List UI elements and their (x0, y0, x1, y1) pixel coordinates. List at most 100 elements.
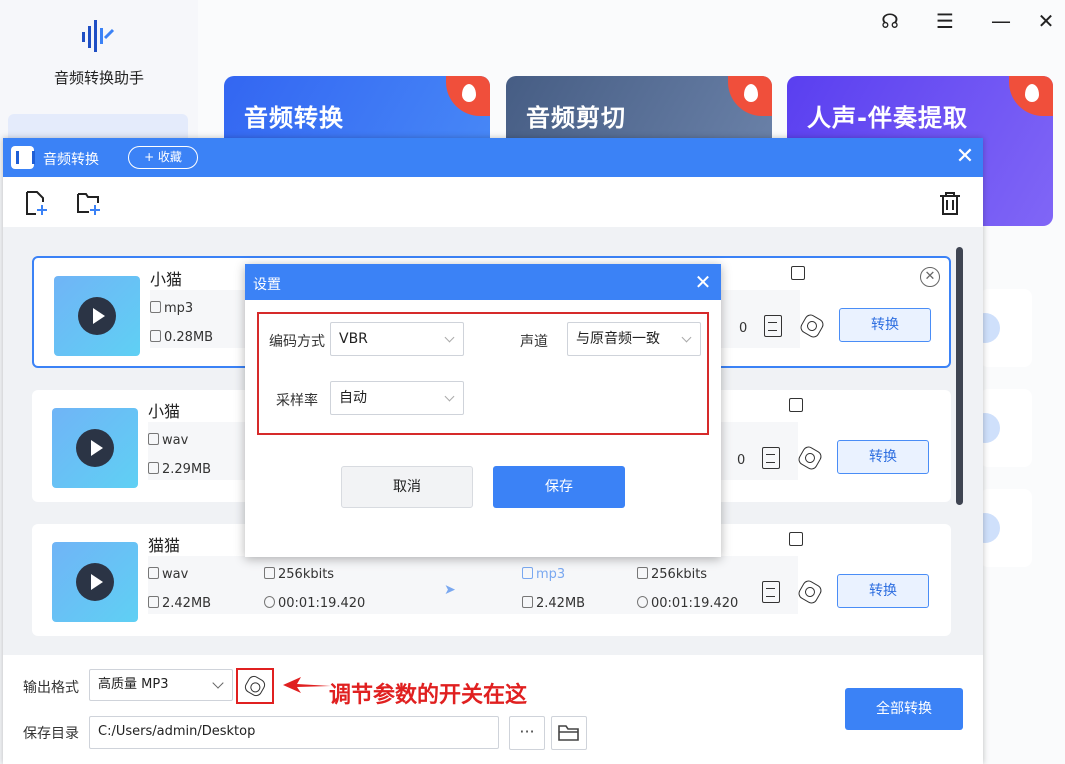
src-size-text: 0.28MB (164, 330, 214, 345)
tool-tile[interactable] (970, 489, 1032, 567)
dst-format: mp3 (522, 567, 565, 589)
dialog-title: 音频转换 (43, 152, 99, 168)
close-icon[interactable]: ✕ (953, 144, 977, 170)
src-format: wav (148, 433, 188, 455)
hot-icon (728, 76, 772, 116)
chevron-down-icon (681, 332, 692, 343)
dst-bitrate: 256kbits (637, 567, 707, 589)
close-window-icon[interactable]: ✕ (1033, 8, 1059, 34)
samplerate-select[interactable]: 自动 (330, 381, 464, 415)
src-bitrate-text: 256kbits (278, 567, 335, 582)
src-size: 0.28MB (150, 330, 213, 352)
chevron-down-icon (444, 332, 455, 343)
samplerate-value: 自动 (339, 390, 367, 406)
settings-icon[interactable] (796, 444, 824, 472)
channel-value: 与原音频一致 (576, 331, 660, 347)
src-format-text: wav (162, 567, 189, 582)
channel-select[interactable]: 与原音频一致 (567, 322, 701, 356)
src-size: 2.42MB (148, 596, 211, 618)
src-format-text: mp3 (164, 301, 194, 316)
src-size-text: 2.42MB (162, 596, 212, 611)
toolbar (3, 177, 983, 227)
file-info-icon[interactable] (762, 581, 780, 603)
app-name: 音频转换助手 (53, 69, 144, 87)
music-note-icon (148, 433, 159, 445)
more-button[interactable]: ··· (509, 716, 545, 750)
favorite-button[interactable]: + 收藏 (128, 146, 198, 169)
bitrate-icon (264, 567, 275, 579)
folder-icon (148, 462, 159, 474)
annotation-arrow-icon (283, 677, 331, 693)
play-icon[interactable] (78, 297, 116, 335)
edit-icon[interactable] (789, 398, 803, 412)
tool-tile[interactable] (970, 389, 1032, 467)
dst-duration-tail: 0 (737, 453, 746, 468)
settings-titlebar: 设置 ✕ (245, 264, 721, 300)
close-icon[interactable]: ✕ (691, 269, 715, 295)
chevron-down-icon (444, 391, 455, 402)
dst-duration: 00:01:19.420 (637, 596, 738, 618)
annotation-text: 调节参数的开关在这 (329, 683, 528, 708)
folder-icon (522, 596, 533, 608)
add-folder-icon[interactable] (76, 190, 102, 216)
edit-icon[interactable] (791, 266, 805, 280)
remove-icon[interactable]: ✕ (920, 267, 940, 287)
encoding-label: 编码方式 (269, 334, 325, 350)
convert-all-button[interactable]: 全部转换 (845, 688, 963, 730)
music-note-icon (150, 301, 161, 313)
src-format-text: wav (162, 433, 189, 448)
dst-format-text: mp3 (536, 567, 566, 582)
dst-size-text: 2.42MB (536, 596, 586, 611)
support-icon[interactable]: ☊ (877, 8, 903, 34)
menu-icon[interactable]: ☰ (932, 8, 958, 34)
src-bitrate: 256kbits (264, 567, 334, 589)
tool-tile[interactable] (970, 289, 1032, 367)
convert-button[interactable]: 转换 (837, 574, 929, 608)
minimize-icon[interactable]: — (988, 8, 1014, 34)
channel-label: 声道 (520, 334, 548, 350)
play-icon[interactable] (76, 563, 114, 601)
settings-icon[interactable] (798, 312, 826, 340)
convert-button[interactable]: 转换 (837, 440, 929, 474)
save-button[interactable]: 保存 (493, 466, 625, 508)
dialog-titlebar: 音频转换 + 收藏 ✕ (3, 138, 983, 177)
bitrate-icon (637, 567, 648, 579)
music-note-icon (148, 567, 159, 579)
dialog-logo-icon (11, 146, 35, 169)
samplerate-label: 采样率 (276, 393, 318, 409)
feature-card-title: 人声-伴奏提取 (807, 104, 968, 132)
file-info-icon[interactable] (764, 315, 782, 337)
edit-icon[interactable] (789, 532, 803, 546)
file-name: 猫猫 (148, 536, 181, 555)
src-duration: 00:01:19.420 (264, 596, 365, 618)
file-info-icon[interactable] (762, 447, 780, 469)
save-dir-input[interactable]: C:/Users/admin/Desktop (89, 716, 499, 749)
cancel-button[interactable]: 取消 (341, 466, 473, 508)
output-format-label: 输出格式 (23, 680, 79, 696)
src-size: 2.29MB (148, 462, 211, 484)
dst-bitrate-text: 256kbits (651, 567, 708, 582)
save-dir-label: 保存目录 (23, 726, 79, 742)
dst-size: 2.42MB (522, 596, 585, 618)
encoding-select[interactable]: VBR (330, 322, 464, 356)
add-file-icon[interactable] (23, 190, 49, 216)
chevron-down-icon (212, 677, 224, 689)
output-format-value: 高质量 MP3 (98, 677, 169, 692)
convert-button[interactable]: 转换 (839, 308, 931, 342)
src-duration-text: 00:01:19.420 (278, 596, 366, 611)
output-format-select[interactable]: 高质量 MP3 (89, 669, 233, 701)
src-format: mp3 (150, 301, 193, 323)
play-icon[interactable] (76, 429, 114, 467)
src-format: wav (148, 567, 188, 589)
scrollbar-thumb[interactable] (956, 247, 963, 505)
hot-icon (1009, 76, 1053, 116)
open-folder-icon[interactable] (551, 716, 587, 750)
settings-icon[interactable] (796, 578, 824, 606)
delete-all-icon[interactable] (937, 190, 963, 216)
src-size-text: 2.29MB (162, 462, 212, 477)
file-name: 小猫 (150, 270, 183, 289)
feature-card-title: 音频剪切 (526, 104, 626, 132)
music-note-icon (522, 567, 533, 579)
settings-dialog: 设置 ✕ 编码方式 VBR 声道 与原音频一致 采样率 自动 取消 保存 (245, 264, 721, 557)
folder-icon (150, 330, 161, 342)
